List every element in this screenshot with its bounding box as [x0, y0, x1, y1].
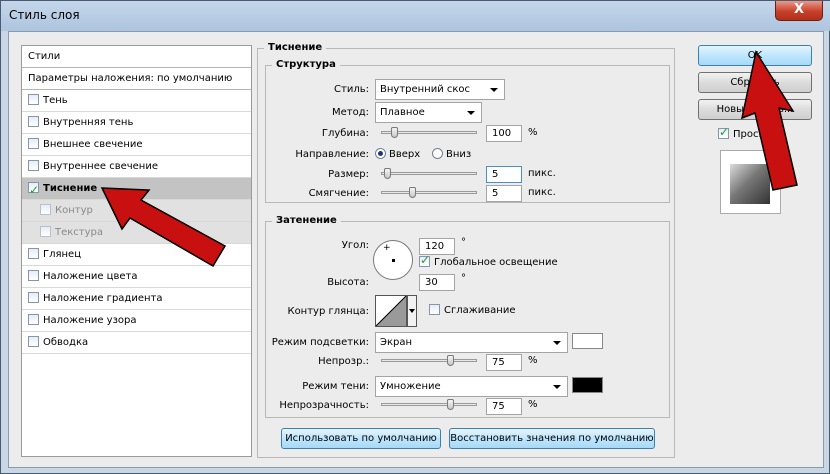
dialog-body: Стили Параметры наложения: по умолчанию … [8, 31, 824, 468]
window-title: Стиль слоя [9, 8, 80, 22]
red-arrow-icon [100, 187, 227, 268]
title-bar[interactable]: Стиль слоя X [1, 1, 830, 31]
annotation-layer [100, 50, 798, 268]
layer-style-dialog: Стиль слоя X Стили Параметры наложения: … [0, 0, 830, 474]
red-arrow-icon [740, 50, 798, 191]
close-button[interactable]: X [775, 1, 823, 21]
